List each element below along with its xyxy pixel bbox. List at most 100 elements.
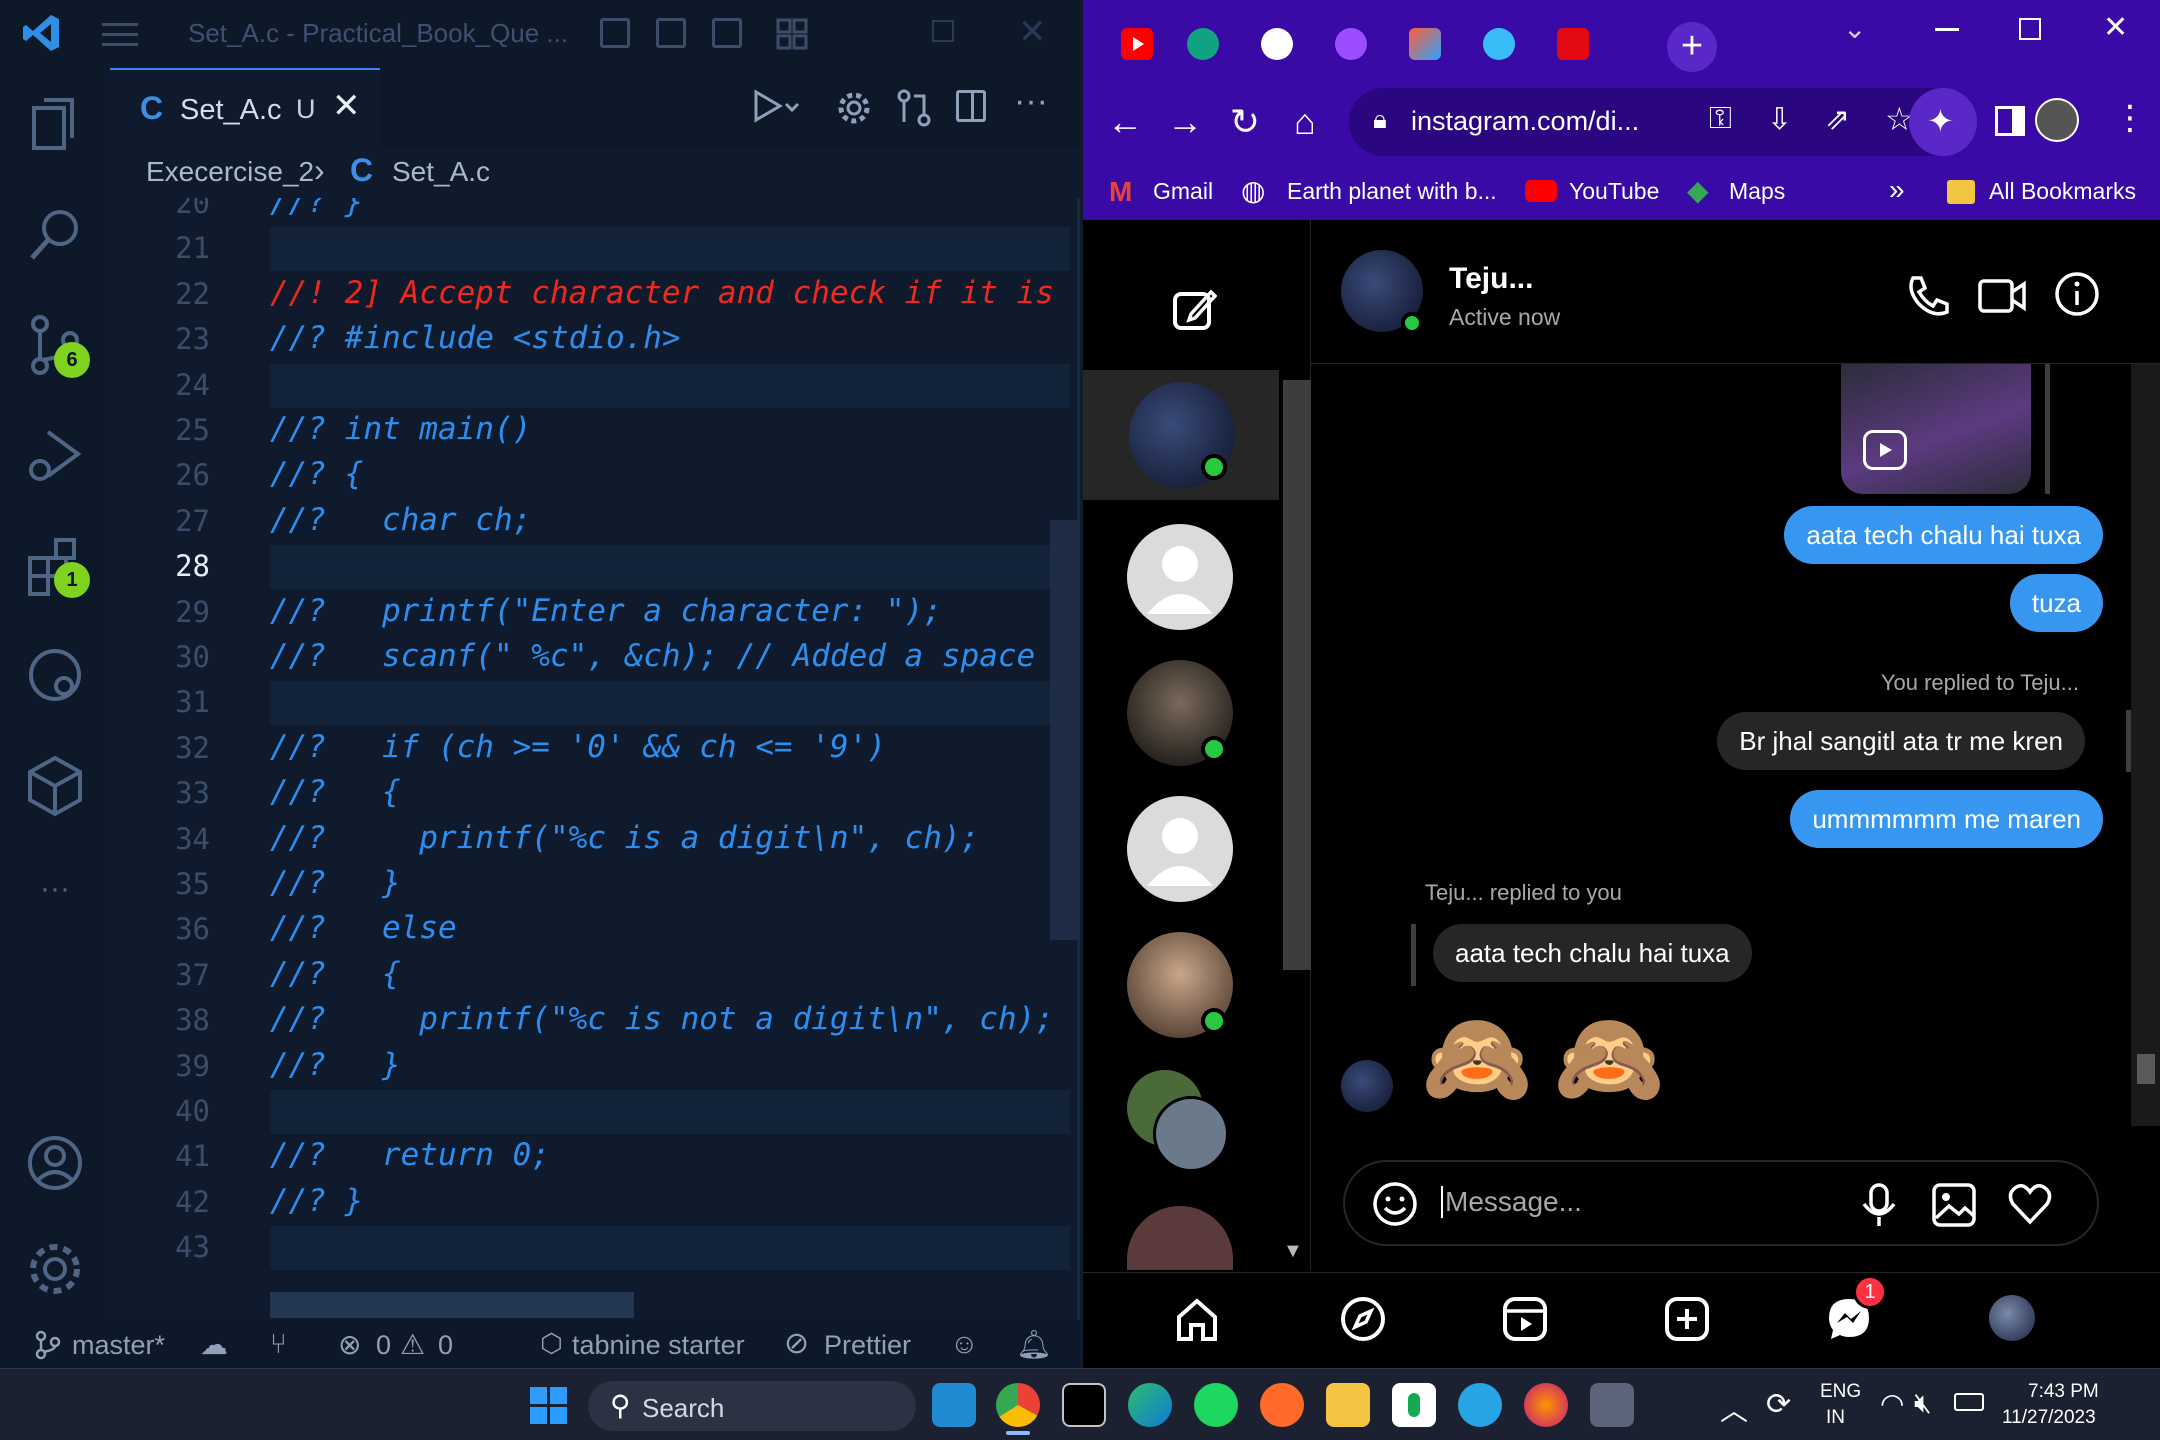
edge-taskbar-icon[interactable] bbox=[1128, 1383, 1172, 1427]
compare-changes-icon[interactable] bbox=[894, 88, 934, 128]
inbox-scrollbar-thumb[interactable] bbox=[1283, 380, 1311, 970]
vscode-logo-icon[interactable] bbox=[20, 12, 62, 54]
tab-search-chevron-icon[interactable]: ⌄ bbox=[1843, 12, 1866, 45]
code-line[interactable]: //? { bbox=[270, 774, 401, 810]
like-heart-icon[interactable] bbox=[2007, 1182, 2053, 1226]
message-outgoing[interactable]: ummmmmm me maren bbox=[1790, 790, 2103, 848]
toggle-secondary-sidebar-icon[interactable] bbox=[712, 18, 742, 48]
home-nav-icon[interactable] bbox=[1173, 1295, 1221, 1343]
scroll-down-icon[interactable]: ▼ bbox=[1283, 1240, 1307, 1270]
conversation-avatar[interactable] bbox=[1127, 1206, 1233, 1270]
close-icon[interactable]: ✕ bbox=[1018, 12, 1047, 52]
microphone-icon[interactable] bbox=[1859, 1182, 1899, 1228]
calculator-taskbar-icon[interactable] bbox=[1590, 1383, 1634, 1427]
code-line[interactable]: //! 2] Accept character and check if it … bbox=[270, 275, 1054, 311]
warning-icon[interactable]: ⚠ bbox=[400, 1328, 425, 1361]
create-post-icon[interactable] bbox=[1663, 1295, 1711, 1343]
code-line[interactable]: //? { bbox=[270, 456, 363, 492]
menu-icon[interactable] bbox=[102, 18, 138, 48]
contact-name[interactable]: Teju... bbox=[1449, 262, 1533, 296]
quoted-message[interactable]: aata tech chalu hai tuxa bbox=[1433, 924, 1752, 982]
minimize-icon[interactable] bbox=[1935, 28, 1959, 31]
editor-settings-gear-icon[interactable] bbox=[834, 88, 874, 128]
more-icon[interactable]: ··· bbox=[20, 854, 90, 924]
file-explorer-taskbar-icon[interactable] bbox=[1326, 1383, 1370, 1427]
spotify-taskbar-icon[interactable] bbox=[1194, 1383, 1238, 1427]
message-input[interactable]: Message... bbox=[1441, 1186, 1582, 1218]
feedback-icon[interactable]: ☺ bbox=[950, 1328, 979, 1360]
error-icon[interactable]: ⊗ bbox=[338, 1328, 361, 1361]
conversation-info-icon[interactable] bbox=[2053, 270, 2101, 318]
sender-avatar[interactable] bbox=[1341, 1060, 1393, 1112]
shared-reel-preview[interactable] bbox=[1841, 364, 2031, 494]
language-bottom[interactable]: IN bbox=[1826, 1407, 1845, 1429]
code-line[interactable]: //? #include <stdio.h> bbox=[270, 320, 681, 356]
code-line[interactable]: //? } bbox=[270, 1183, 363, 1219]
cloud-sync-icon[interactable]: ☁ bbox=[200, 1328, 228, 1361]
code-line[interactable]: //? int main() bbox=[270, 411, 531, 447]
start-icon[interactable] bbox=[530, 1387, 568, 1425]
taskbar-search[interactable]: ⚲ Search bbox=[588, 1381, 916, 1431]
code-line[interactable]: //? } bbox=[270, 865, 401, 901]
new-message-icon[interactable] bbox=[1171, 286, 1217, 332]
password-key-icon[interactable]: ⚿ bbox=[1709, 102, 1732, 136]
more-bookmarks-icon[interactable]: » bbox=[1889, 174, 1905, 206]
run-file-icon[interactable] bbox=[746, 88, 802, 128]
split-editor-icon[interactable] bbox=[956, 90, 986, 122]
code-line[interactable]: //? char ch; bbox=[270, 502, 531, 538]
remote-explorer-icon[interactable] bbox=[20, 640, 90, 710]
code-editor[interactable]: 20 //? } 21 22 //! 2] Accept character and c… bbox=[110, 198, 1070, 1298]
close-window-icon[interactable]: ✕ bbox=[2103, 10, 2128, 45]
conversation-selected[interactable] bbox=[1083, 370, 1279, 500]
address-bar[interactable]: 🔒︎ instagram.com/di... ⚿ ⇩ ⇗ ☆ bbox=[1349, 88, 1969, 156]
battery-icon[interactable] bbox=[1954, 1393, 1984, 1411]
group-avatar-front[interactable] bbox=[1153, 1096, 1229, 1172]
code-line[interactable]: //? { bbox=[270, 956, 401, 992]
graph-icon[interactable]: ⑂ bbox=[270, 1328, 287, 1360]
lock-icon[interactable]: 🔒︎ bbox=[1373, 104, 1387, 136]
code-line[interactable]: //? printf("%c is a digit\n", ch); bbox=[270, 820, 979, 856]
toggle-panel-icon[interactable] bbox=[656, 18, 686, 48]
run-debug-icon[interactable] bbox=[20, 420, 90, 490]
reload-icon[interactable]: ↻ bbox=[1223, 100, 1267, 144]
conversation-avatar-default[interactable] bbox=[1127, 796, 1233, 902]
colorful-tab-icon[interactable] bbox=[1409, 28, 1441, 60]
breadcrumb-file[interactable]: Set_A.c bbox=[392, 156, 490, 188]
share-icon[interactable]: ⇗ bbox=[1825, 102, 1850, 137]
code-line[interactable]: //? return 0; bbox=[270, 1137, 550, 1173]
maximize-icon[interactable] bbox=[932, 20, 954, 42]
explorer-icon[interactable] bbox=[20, 90, 90, 160]
youtube-tab-icon[interactable] bbox=[1121, 28, 1153, 60]
vscode-taskbar-icon[interactable] bbox=[932, 1383, 976, 1427]
chrome-taskbar-icon[interactable] bbox=[996, 1383, 1040, 1427]
clock-time[interactable]: 7:43 PM bbox=[2028, 1381, 2099, 1403]
home-icon[interactable]: ⌂ bbox=[1283, 100, 1327, 144]
voice-call-icon[interactable] bbox=[1903, 272, 1951, 320]
extensions-button[interactable]: ✦ bbox=[1909, 88, 1977, 156]
message-outgoing[interactable]: tuza bbox=[2009, 574, 2103, 632]
emoji-message[interactable]: 🙈🙈😂 bbox=[1421, 1004, 1810, 1114]
code-line[interactable]: //? if (ch >= '0' && ch <= '9') bbox=[270, 729, 886, 765]
telegram-taskbar-icon[interactable] bbox=[1458, 1383, 1502, 1427]
code-line[interactable]: //? else bbox=[270, 910, 457, 946]
search-icon[interactable] bbox=[20, 200, 90, 270]
profile-avatar[interactable] bbox=[2035, 98, 2079, 142]
editor-scrollbar-thumb[interactable] bbox=[1050, 520, 1080, 940]
maximize-window-icon[interactable] bbox=[2019, 18, 2041, 40]
back-icon[interactable]: ← bbox=[1103, 100, 1147, 144]
clock-date[interactable]: 11/27/2023 bbox=[2002, 1407, 2096, 1429]
code-line[interactable]: //? } bbox=[270, 1047, 401, 1083]
explore-icon[interactable] bbox=[1339, 1295, 1387, 1343]
show-hidden-icons-chevron[interactable]: ︿ bbox=[1720, 1389, 1748, 1429]
chrome-menu-icon[interactable]: ⋮ bbox=[2113, 98, 2147, 138]
volume-muted-icon[interactable]: 🔇︎ bbox=[1914, 1387, 1932, 1420]
terminal-taskbar-icon[interactable] bbox=[1062, 1383, 1106, 1427]
new-tab-button[interactable]: + bbox=[1667, 22, 1717, 72]
customize-layout-icon[interactable] bbox=[776, 18, 808, 50]
code-line[interactable]: //? printf("%c is not a digit\n", ch); bbox=[270, 1001, 1054, 1037]
profile-nav-avatar[interactable] bbox=[1989, 1295, 2035, 1341]
tailwind-tab-icon[interactable] bbox=[1483, 28, 1515, 60]
wifi-icon[interactable]: ◠ bbox=[1880, 1387, 1904, 1420]
notifications-bell-icon[interactable]: 🔔︎ bbox=[1016, 1328, 1052, 1361]
tab-close-icon[interactable]: ✕ bbox=[332, 86, 361, 126]
